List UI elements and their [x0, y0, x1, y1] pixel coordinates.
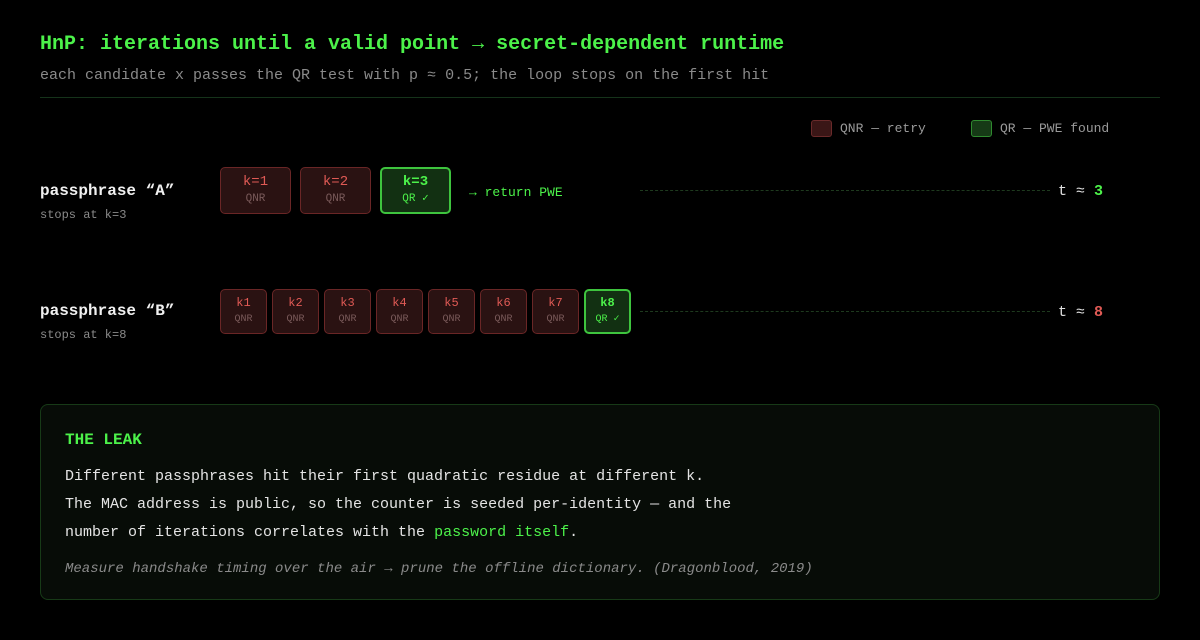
- leak-line-2: The MAC address is public, so the counte…: [65, 496, 732, 513]
- row-a-time: t ≈ 3: [1058, 183, 1103, 200]
- row-a-return-label: → return PWE: [469, 185, 563, 200]
- diagram-title: HnP: iterations until a valid point → se…: [40, 33, 785, 56]
- legend-qr: QR — PWE found: [971, 119, 1109, 137]
- row-a-box-2-k: k=2: [322, 173, 349, 190]
- legend-qr-label: QR — PWE found: [1000, 120, 1110, 136]
- row-a-box-2: k=2 QNR: [300, 167, 371, 214]
- row-b-box-1: k1 QNR: [220, 289, 267, 334]
- row-b-box-3: k3 QNR: [324, 289, 371, 334]
- row-a-box-1-k: k=1: [242, 173, 269, 190]
- row-a-label: passphrase “A”: [40, 182, 175, 200]
- row-b-box-7: k7 QNR: [532, 289, 579, 334]
- legend-qr-swatch: [971, 119, 992, 137]
- divider: [40, 97, 1160, 98]
- row-b-connector: [640, 311, 1050, 312]
- row-a-box-3-status: QR ✓: [402, 193, 429, 206]
- row-b-box-4-k: k4: [392, 295, 407, 310]
- leak-title: THE LEAK: [65, 431, 142, 449]
- diagram-subtitle: each candidate x passes the QR test with…: [40, 67, 770, 84]
- row-b-box-1-k: k1: [236, 295, 251, 310]
- row-b-box-1-status: QNR: [234, 314, 253, 326]
- row-b-box-8-k: k8: [600, 295, 615, 310]
- legend-qnr: QNR — retry: [811, 119, 926, 137]
- leak-line-3: number of iterations correlates with the…: [65, 524, 578, 541]
- row-a-box-2-status: QNR: [325, 193, 346, 206]
- leak-note: Measure handshake timing over the air → …: [65, 561, 813, 577]
- leak-line-1: Different passphrases hit their first qu…: [65, 468, 705, 485]
- row-b-time-value: 8: [1094, 304, 1104, 321]
- row-b-box-5: k5 QNR: [428, 289, 475, 334]
- row-a-box-3-k: k=3: [402, 173, 429, 190]
- row-b-box-4-status: QNR: [390, 314, 409, 326]
- row-a-time-value: 3: [1094, 183, 1104, 200]
- row-b-box-3-status: QNR: [338, 314, 357, 326]
- row-b-box-7-k: k7: [548, 295, 563, 310]
- row-a-sublabel: stops at k=3: [40, 208, 127, 222]
- leak-line-3-end: .: [569, 524, 579, 541]
- row-b-box-2-status: QNR: [286, 314, 305, 326]
- row-b-time-prefix: t ≈: [1058, 304, 1086, 321]
- row-b-box-6-k: k6: [496, 295, 511, 310]
- row-b-time: t ≈ 8: [1058, 304, 1103, 321]
- row-b-box-8: k8 QR ✓: [584, 289, 631, 334]
- row-a-time-prefix: t ≈: [1058, 183, 1086, 200]
- row-b-sublabel: stops at k=8: [40, 328, 127, 342]
- leak-highlight: password itself: [434, 524, 570, 541]
- row-a-box-1-status: QNR: [245, 193, 266, 206]
- row-b-box-2-k: k2: [288, 295, 303, 310]
- row-b-box-4: k4 QNR: [376, 289, 423, 334]
- row-b-box-8-status: QR ✓: [595, 314, 620, 326]
- row-b-box-2: k2 QNR: [272, 289, 319, 334]
- leak-panel: THE LEAK Different passphrases hit their…: [40, 404, 1160, 600]
- row-b-box-6: k6 QNR: [480, 289, 527, 334]
- row-b-box-5-k: k5: [444, 295, 459, 310]
- row-b-box-6-status: QNR: [494, 314, 513, 326]
- row-b-label: passphrase “B”: [40, 302, 175, 320]
- legend-qnr-swatch: [811, 119, 832, 137]
- row-b-box-5-status: QNR: [442, 314, 461, 326]
- row-b-box-7-status: QNR: [546, 314, 565, 326]
- row-a-box-1: k=1 QNR: [220, 167, 291, 214]
- row-b-box-3-k: k3: [340, 295, 355, 310]
- leak-line-3-text: number of iterations correlates with the: [65, 524, 435, 541]
- row-a-box-3: k=3 QR ✓: [380, 167, 451, 214]
- row-a-connector: [640, 190, 1050, 191]
- legend-qnr-label: QNR — retry: [840, 120, 926, 136]
